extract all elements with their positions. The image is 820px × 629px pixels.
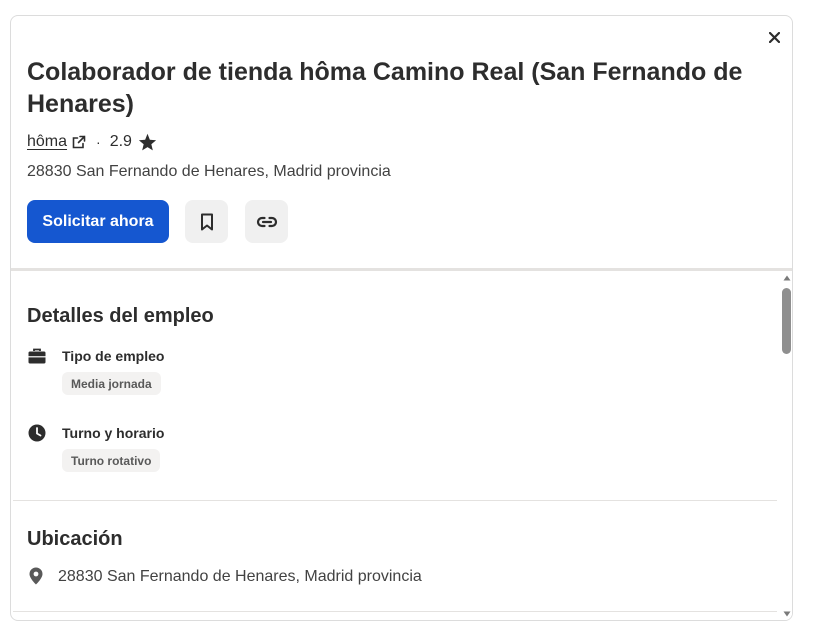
job-type-tag: Media jornada [62,372,161,395]
link-icon [256,216,278,228]
close-button[interactable] [763,26,785,48]
section-divider [13,500,777,501]
briefcase-icon [28,347,46,365]
bookmark-icon [200,213,214,231]
job-detail-panel: Colaborador de tienda hôma Camino Real (… [10,15,793,621]
schedule-label: Turno y horario [62,425,165,441]
schedule-tag: Turno rotativo [62,449,161,472]
section-divider-bottom [13,611,777,612]
job-header: Colaborador de tienda hôma Camino Real (… [11,16,792,268]
job-type-label: Tipo de empleo [62,348,165,364]
save-job-button[interactable] [185,200,228,243]
location-address: 28830 San Fernando de Henares, Madrid pr… [58,568,422,585]
job-details-scroll-area[interactable]: Detalles del empleo Tipo de empleo Media… [11,271,779,620]
location-section-title: Ubicación [27,528,123,550]
company-row: hôma · 2.9 [27,132,157,152]
star-icon [138,133,157,151]
job-title: Colaborador de tienda hôma Camino Real (… [27,58,743,118]
apply-now-button[interactable]: Solicitar ahora [27,200,169,243]
location-pin-icon [27,567,45,585]
close-icon [768,31,780,43]
external-link-icon[interactable] [72,135,86,149]
scrollbar[interactable] [779,271,792,620]
clock-icon [28,424,46,442]
details-section-title: Detalles del empleo [27,305,214,327]
copy-link-button[interactable] [245,200,288,243]
scrollbar-thumb[interactable] [782,288,791,354]
company-link[interactable]: hôma [27,133,67,151]
scroll-down-arrow-icon[interactable] [782,610,791,618]
company-rating: 2.9 [109,133,132,150]
scroll-up-arrow-icon[interactable] [782,274,791,282]
separator-dot: · [96,134,101,150]
job-location: 28830 San Fernando de Henares, Madrid pr… [27,163,391,180]
